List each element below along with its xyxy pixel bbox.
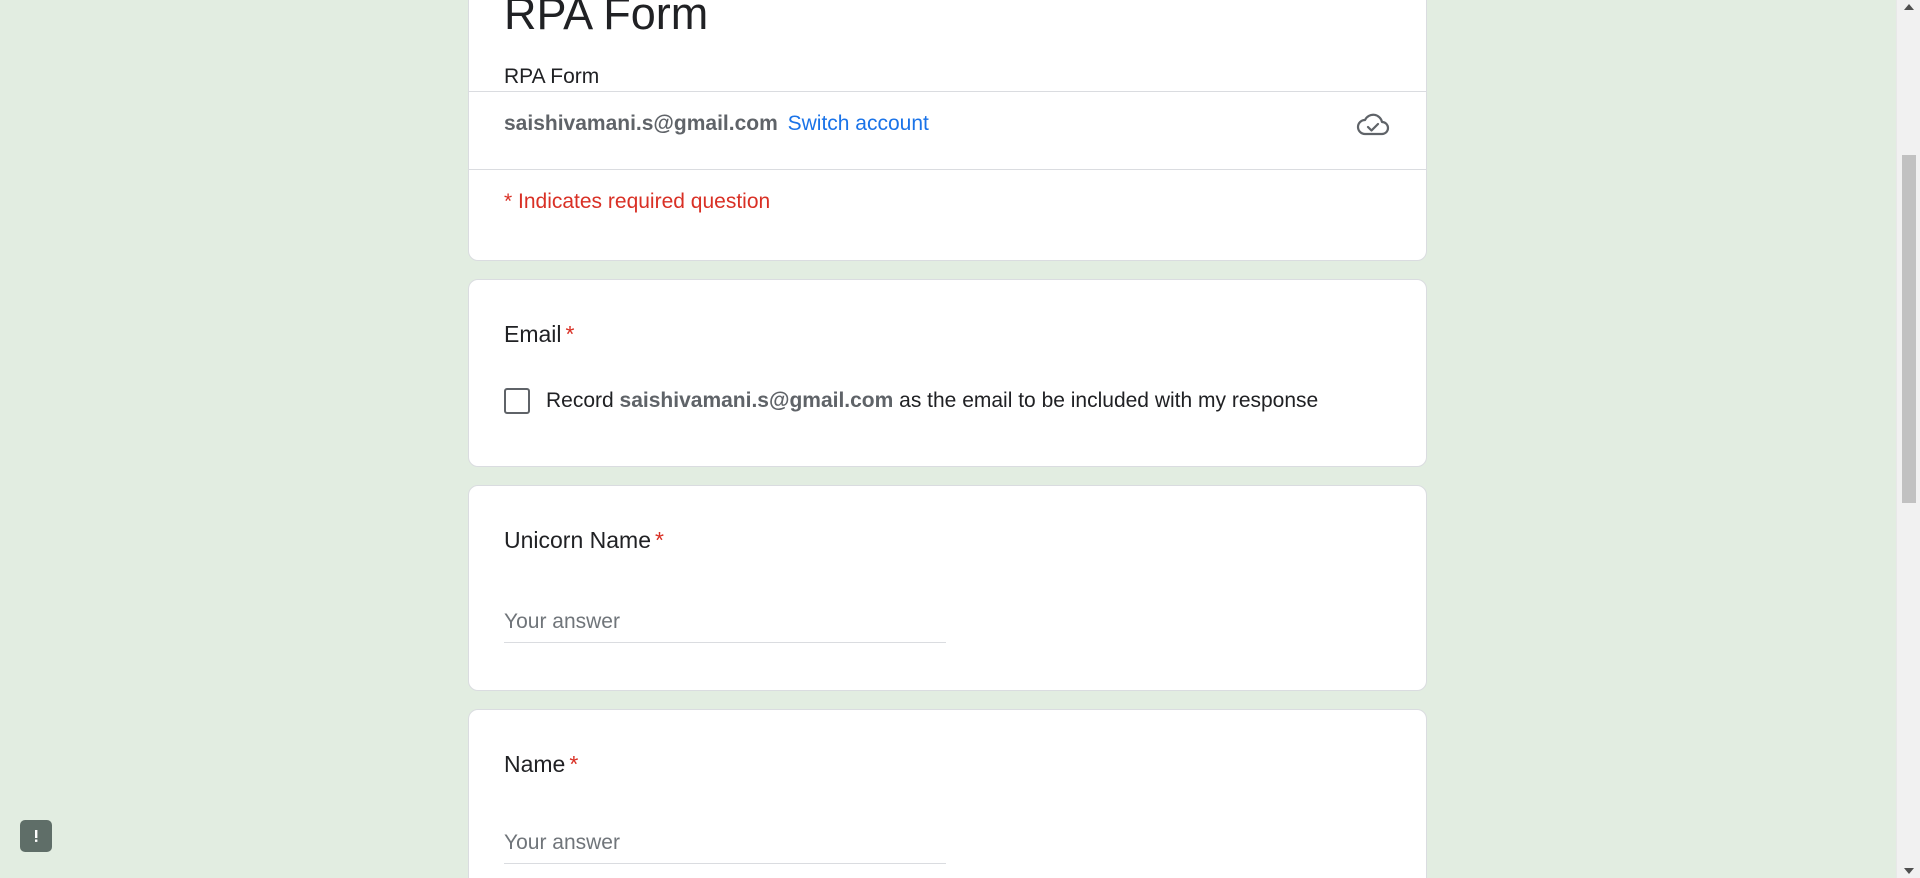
switch-account-link[interactable]: Switch account <box>788 112 929 135</box>
form-page: RPA Form RPA Form saishivamani.s@gmail.c… <box>0 0 1920 878</box>
feedback-button[interactable] <box>20 820 52 852</box>
divider <box>469 91 1426 92</box>
required-asterisk: * <box>655 527 664 553</box>
feedback-icon <box>35 830 38 842</box>
divider <box>469 169 1426 170</box>
account-email: saishivamani.s@gmail.com <box>504 112 778 135</box>
question-label: Name <box>504 751 566 777</box>
required-asterisk: * <box>565 321 575 347</box>
record-email-checkbox[interactable] <box>504 388 530 414</box>
required-note: * Indicates required question <box>504 190 771 213</box>
question-label: Unicorn Name <box>504 527 651 553</box>
question-title-unicorn-name: Unicorn Name * <box>504 527 664 554</box>
question-title-email: Email * <box>504 321 574 348</box>
scrollbar-thumb[interactable] <box>1902 155 1916 503</box>
required-asterisk: * <box>569 751 579 777</box>
vertical-scrollbar[interactable] <box>1896 0 1920 878</box>
unicorn-name-input[interactable] <box>504 604 946 643</box>
question-title-name: Name * <box>504 751 578 778</box>
name-input[interactable] <box>504 825 946 864</box>
account-row: saishivamani.s@gmail.com Switch account <box>504 112 929 136</box>
question-card-email: Email * Record saishivamani.s@gmail.com a… <box>468 279 1427 467</box>
form-description: RPA Form <box>504 65 600 88</box>
form-title: RPA Form <box>504 0 709 39</box>
question-card-unicorn-name: Unicorn Name * <box>468 485 1427 691</box>
form-header-card: RPA Form RPA Form saishivamani.s@gmail.c… <box>468 0 1427 261</box>
question-label: Email <box>504 321 562 347</box>
question-card-name: Name * <box>468 709 1427 878</box>
cloud-check-icon <box>1356 113 1390 136</box>
record-suffix: as the email to be included with my resp… <box>899 389 1319 412</box>
record-email: saishivamani.s@gmail.com <box>619 389 894 412</box>
record-email-option[interactable]: Record saishivamani.s@gmail.com as the e… <box>504 388 1318 414</box>
scroll-up-arrow-icon[interactable] <box>1904 4 1914 10</box>
record-prefix: Record <box>546 389 614 412</box>
scroll-down-arrow-icon[interactable] <box>1904 868 1914 874</box>
